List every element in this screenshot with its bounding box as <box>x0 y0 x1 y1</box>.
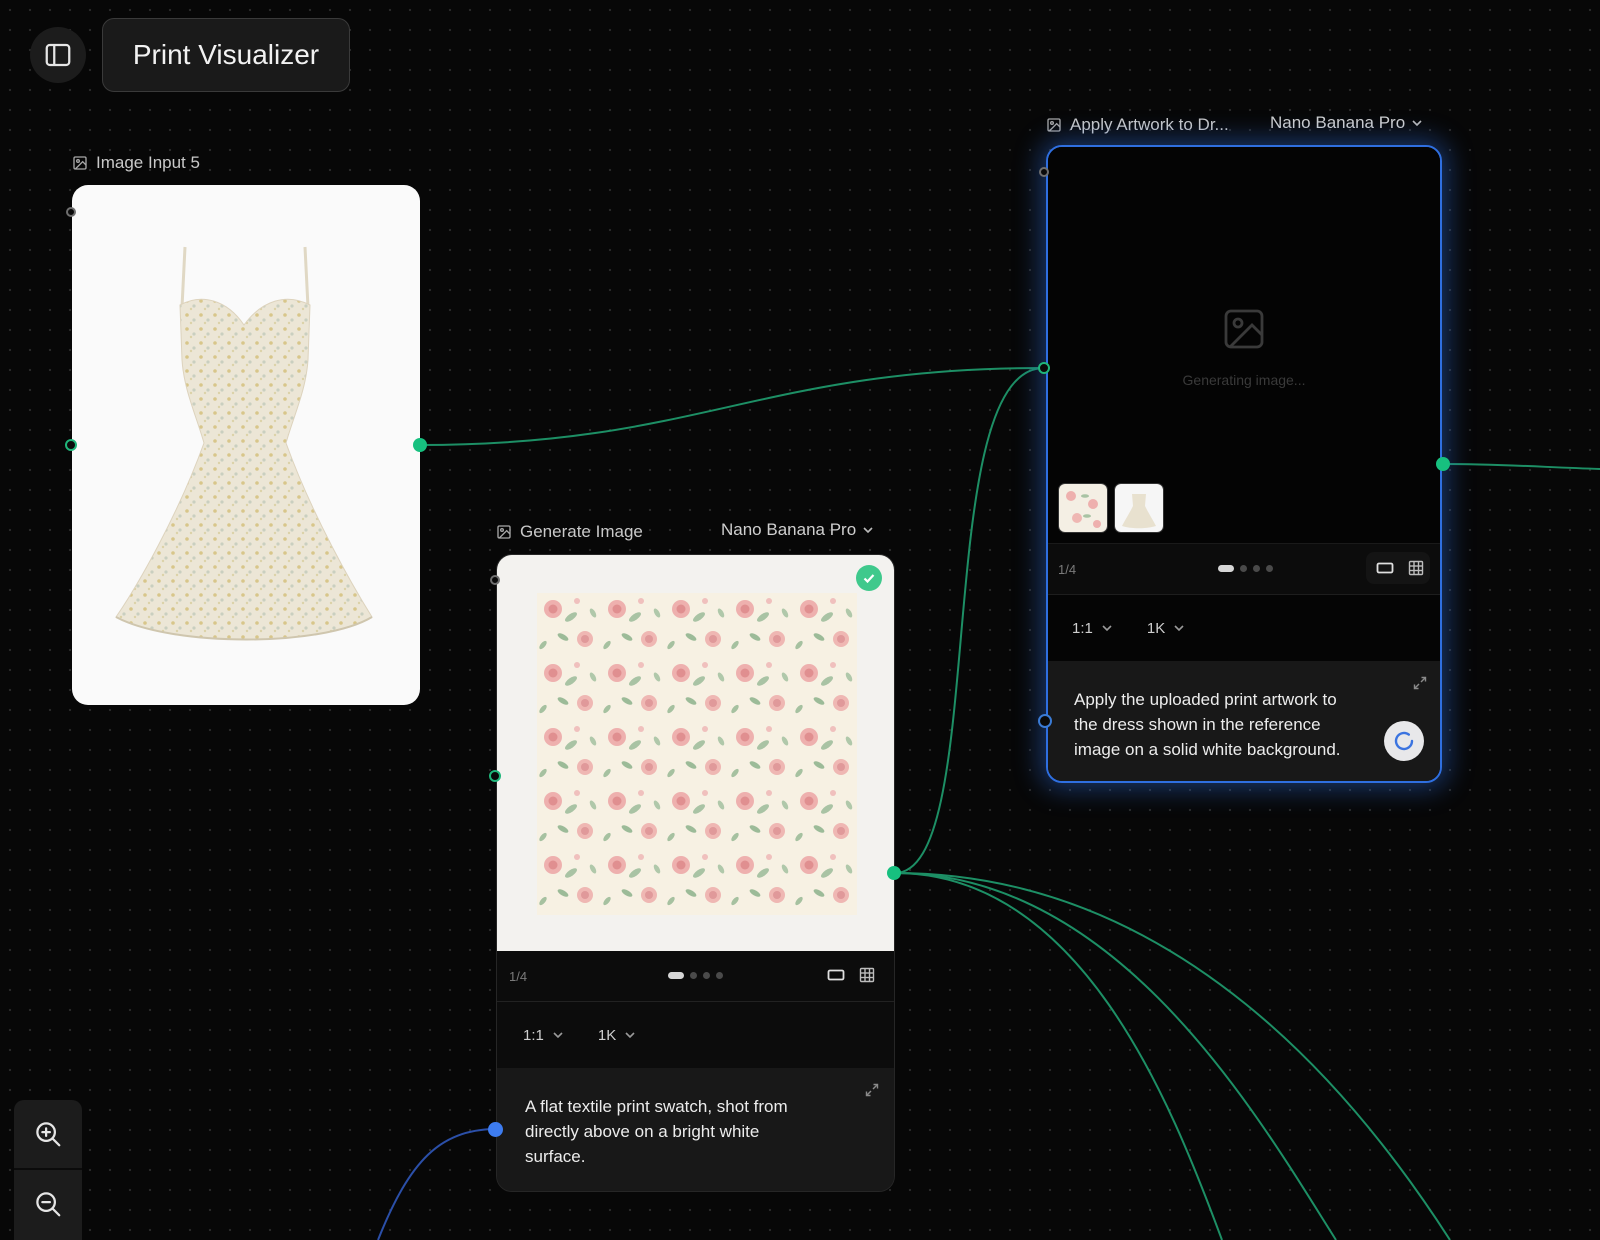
zoom-in-icon <box>36 1122 61 1147</box>
apply-page-dots[interactable] <box>1218 565 1273 572</box>
generate-pager-bar: 1/4 <box>497 951 894 1002</box>
aspect-ratio-select[interactable]: 1:1 <box>1072 620 1113 637</box>
apply-node-header[interactable]: Apply Artwork to Dr... <box>1046 115 1229 135</box>
apply-model-label: Nano Banana Pro <box>1270 113 1406 132</box>
generate-port-top[interactable] <box>490 575 500 585</box>
apply-prompt-area[interactable]: Apply the uploaded print artwork to the … <box>1048 661 1440 781</box>
apply-model-select[interactable]: Nano Banana Pro <box>1270 113 1423 133</box>
page-title-text: Print Visualizer <box>132 39 320 70</box>
sidebar-toggle-button[interactable] <box>30 27 86 83</box>
wire-generate-out-3 <box>894 872 1451 1240</box>
apply-view-toggle[interactable] <box>1376 560 1424 576</box>
image-input-title: Image Input 5 <box>96 153 200 172</box>
image-input-output-port[interactable] <box>413 438 427 452</box>
wire-prompt-in <box>377 1128 496 1240</box>
grid-view-icon[interactable] <box>1408 560 1424 576</box>
complete-badge <box>856 565 882 591</box>
page-dot[interactable] <box>703 972 710 979</box>
page-dot[interactable] <box>1218 565 1234 572</box>
single-view-icon[interactable] <box>1376 560 1394 576</box>
chevron-down-icon <box>625 1032 635 1039</box>
generated-image-area[interactable] <box>497 555 894 951</box>
generate-page-dots[interactable] <box>668 972 723 979</box>
page-dot[interactable] <box>668 972 684 979</box>
generate-node-header[interactable]: Generate Image <box>496 522 643 542</box>
zoom-controls <box>14 1100 82 1240</box>
image-input-card[interactable] <box>72 185 420 705</box>
wire-input-to-apply <box>419 367 1045 446</box>
wire-generate-out-2 <box>894 872 1337 1240</box>
page-dot[interactable] <box>1240 565 1247 572</box>
apply-params-bar: 1:1 1K <box>1048 595 1440 661</box>
zoom-in-button[interactable] <box>14 1100 82 1168</box>
dress-image <box>115 246 373 641</box>
image-input-port-top[interactable] <box>66 207 76 217</box>
wire-generate-to-apply <box>894 367 1045 874</box>
generate-model-label: Nano Banana Pro <box>721 520 857 539</box>
image-input-header[interactable]: Image Input 5 <box>72 153 200 173</box>
generate-node-title: Generate Image <box>520 522 643 541</box>
generate-output-port[interactable] <box>887 866 901 880</box>
apply-node-card[interactable]: Generating image... 1/4 1:1 1K Apply the… <box>1046 145 1442 783</box>
apply-pager-bar: 1/4 <box>1048 543 1440 595</box>
page-dot[interactable] <box>1266 565 1273 572</box>
check-circle-icon <box>863 574 875 584</box>
generate-model-select[interactable]: Nano Banana Pro <box>721 520 874 540</box>
reference-thumb-swatch[interactable] <box>1058 483 1108 533</box>
generate-view-toggle[interactable] <box>827 967 875 983</box>
grid-view-icon[interactable] <box>859 967 875 983</box>
resolution-select[interactable]: 1K <box>598 1027 636 1044</box>
image-placeholder-icon <box>1224 309 1264 349</box>
chevron-down-icon <box>1102 625 1112 632</box>
apply-image-input-port[interactable] <box>1038 362 1050 374</box>
image-icon <box>497 525 511 539</box>
resolution-value: 1K <box>597 1026 617 1044</box>
apply-node-title: Apply Artwork to Dr... <box>1070 115 1229 134</box>
generate-page-counter: 1/4 <box>509 969 528 984</box>
aspect-ratio-select[interactable]: 1:1 <box>523 1027 564 1044</box>
generate-prompt-port[interactable] <box>488 1122 503 1137</box>
resolution-select[interactable]: 1K <box>1147 620 1185 637</box>
chevron-down-icon <box>553 1032 563 1039</box>
wire-apply-out <box>1442 463 1600 470</box>
generate-prompt-text: A flat textile print swatch, shot from d… <box>525 1097 788 1166</box>
zoom-out-icon <box>36 1192 61 1217</box>
loading-spinner-icon <box>1394 731 1414 751</box>
image-icon <box>73 156 87 170</box>
floral-swatch-image <box>537 593 857 915</box>
aspect-ratio-value: 1:1 <box>523 1026 544 1044</box>
apply-port-top[interactable] <box>1039 167 1049 177</box>
zoom-out-button[interactable] <box>14 1170 82 1238</box>
chevron-down-icon <box>863 527 873 534</box>
chevron-down-icon <box>1412 120 1422 127</box>
generate-port-left[interactable] <box>489 770 501 782</box>
apply-image-area[interactable]: Generating image... <box>1048 147 1440 543</box>
image-icon <box>1047 118 1061 132</box>
dress-thumbnail <box>1115 484 1163 532</box>
apply-page-counter: 1/4 <box>1058 562 1077 577</box>
resolution-value: 1K <box>1146 619 1166 637</box>
generate-node-card[interactable]: 1/4 1:1 1K A flat textile print swatch, … <box>496 554 895 1192</box>
generate-prompt-area[interactable]: A flat textile print swatch, shot from d… <box>497 1068 894 1191</box>
apply-output-port[interactable] <box>1436 457 1450 471</box>
apply-prompt-port[interactable] <box>1038 714 1052 728</box>
single-view-icon[interactable] <box>827 967 845 983</box>
generating-status: Generating image... <box>1182 372 1306 388</box>
aspect-ratio-value: 1:1 <box>1072 619 1093 637</box>
page-title[interactable]: Print Visualizer <box>102 18 350 92</box>
image-input-port-left[interactable] <box>65 439 77 451</box>
page-dot[interactable] <box>1253 565 1260 572</box>
wire-generate-out-1 <box>894 872 1223 1240</box>
run-button[interactable] <box>1384 721 1424 761</box>
expand-icon[interactable] <box>864 1082 880 1098</box>
page-dot[interactable] <box>690 972 697 979</box>
expand-icon[interactable] <box>1412 675 1428 691</box>
sidebar-toggle-icon <box>45 43 71 67</box>
generate-params-bar: 1:1 1K <box>497 1002 894 1068</box>
reference-thumb-dress[interactable] <box>1114 483 1164 533</box>
swatch-thumbnail <box>1059 484 1107 532</box>
chevron-down-icon <box>1174 625 1184 632</box>
apply-prompt-text: Apply the uploaded print artwork to the … <box>1074 690 1341 759</box>
page-dot[interactable] <box>716 972 723 979</box>
